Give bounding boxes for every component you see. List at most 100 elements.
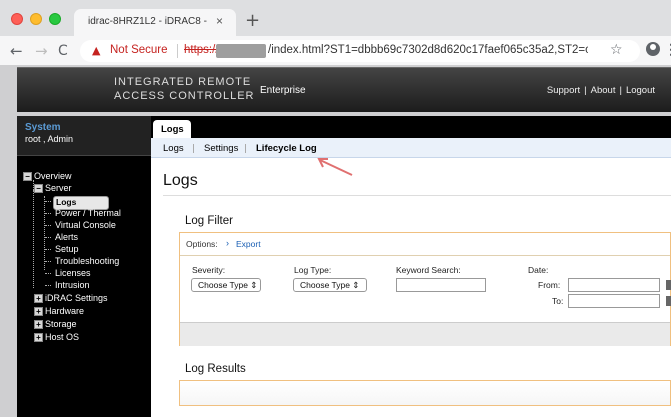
export-link[interactable]: Export (236, 239, 261, 249)
header-separator: | (584, 85, 587, 96)
tree-item-hardware[interactable]: Hardware (45, 306, 84, 317)
not-secure-label[interactable]: Not Secure (110, 44, 168, 56)
url-path: /index.html?ST1=dbbb69c7302d8d620c17faef… (268, 44, 588, 56)
calendar-icon[interactable] (666, 296, 671, 306)
log-results-panel (179, 380, 671, 406)
from-date-input[interactable] (568, 278, 660, 292)
log-filter-title: Log Filter (185, 215, 233, 227)
to-label: To: (552, 296, 564, 306)
tree-item-setup[interactable]: Setup (55, 244, 79, 255)
tree-connector (44, 196, 45, 270)
subtab-logs[interactable]: Logs (163, 143, 184, 154)
tab-logs[interactable]: Logs (153, 120, 191, 138)
tree-item-overview[interactable]: Overview (34, 171, 72, 182)
browser-window: idrac-8HRZ1L2 - iDRAC8 - Life × + ← → C … (0, 0, 671, 417)
tree-connector (45, 285, 51, 286)
tree-item-server[interactable]: Server (45, 183, 72, 194)
subtab-settings[interactable]: Settings (204, 143, 238, 154)
tree-item-alerts[interactable]: Alerts (55, 232, 78, 243)
browser-tabbar: idrac-8HRZ1L2 - iDRAC8 - Life × + (0, 0, 671, 36)
collapse-server-icon[interactable]: − (34, 184, 43, 193)
tree-connector (45, 201, 51, 202)
tree-item-idrac-settings[interactable]: iDRAC Settings (45, 293, 108, 304)
subtab-separator (193, 144, 194, 153)
main-tabstrip: Logs (151, 116, 671, 138)
tree-connector (45, 225, 51, 226)
reload-button[interactable]: C (58, 43, 68, 59)
options-label: Options: (186, 239, 218, 249)
account-icon[interactable] (646, 42, 660, 56)
tree-item-intrusion[interactable]: Intrusion (55, 280, 90, 291)
tree-item-power-thermal[interactable]: Power / Thermal (55, 208, 121, 219)
system-title[interactable]: System (25, 122, 61, 133)
about-link[interactable]: About (591, 85, 616, 96)
page-title: Logs (163, 172, 198, 189)
filter-footer (180, 322, 670, 346)
tree-item-virtual-console[interactable]: Virtual Console (55, 220, 116, 231)
idrac-header: INTEGRATED REMOTE ACCESS CONTROLLER Ente… (17, 67, 671, 112)
new-tab-button[interactable]: + (245, 10, 260, 31)
tree-item-troubleshooting[interactable]: Troubleshooting (55, 256, 119, 267)
tree-connector (45, 213, 51, 214)
browser-toolbar: ← → C ▲ Not Secure https:// /index.html?… (0, 36, 671, 66)
subtab-separator (245, 144, 246, 153)
system-box: System root , Admin (17, 116, 151, 156)
tree-item-licenses[interactable]: Licenses (55, 268, 91, 279)
date-label: Date: (528, 265, 549, 275)
url-scheme: https:// (184, 44, 219, 56)
title-divider (163, 195, 671, 196)
address-bar[interactable]: ▲ Not Secure https:// /index.html?ST1=db… (80, 40, 640, 62)
browser-tab[interactable]: idrac-8HRZ1L2 - iDRAC8 - Life × (74, 9, 236, 36)
tree-connector (45, 249, 51, 250)
expand-hardware-icon[interactable]: + (34, 307, 43, 316)
expand-host-os-icon[interactable]: + (34, 333, 43, 342)
tree-item-host-os[interactable]: Host OS (45, 332, 79, 343)
calendar-icon[interactable] (666, 280, 671, 290)
more-menu-icon[interactable]: ⋮ (664, 41, 671, 58)
header-links: Support | About | Logout (545, 85, 657, 96)
brand-line-1: INTEGRATED REMOTE (114, 76, 252, 88)
tree-connector (33, 190, 34, 288)
collapse-overview-icon[interactable]: − (23, 172, 32, 181)
minimize-window-icon[interactable] (30, 13, 42, 25)
subtabs: Logs Settings Lifecycle Log (151, 138, 671, 158)
log-type-select[interactable]: Choose Type ⇕ (293, 278, 367, 292)
header-separator: | (619, 85, 622, 96)
tree-connector (45, 261, 51, 262)
forward-button[interactable]: → (35, 42, 48, 60)
expand-idrac-settings-icon[interactable]: + (34, 294, 43, 303)
keyword-input[interactable] (396, 278, 486, 292)
expand-storage-icon[interactable]: + (34, 320, 43, 329)
annotation-arrow-icon (317, 158, 353, 176)
support-link[interactable]: Support (547, 85, 580, 96)
close-window-icon[interactable] (11, 13, 23, 25)
log-results-title: Log Results (185, 363, 246, 375)
bookmark-star-icon[interactable]: ☆ (610, 42, 623, 58)
main-content: Logs Logs Settings Lifecycle Log Logs Lo… (151, 116, 671, 417)
back-button[interactable]: ← (10, 42, 23, 60)
tree-connector (45, 237, 51, 238)
subtab-lifecycle-log[interactable]: Lifecycle Log (256, 143, 317, 154)
tab-logs-label: Logs (161, 124, 184, 135)
tab-close-icon[interactable]: × (216, 14, 223, 28)
tree-item-storage[interactable]: Storage (45, 319, 77, 330)
brand-line-2: ACCESS CONTROLLER (114, 90, 255, 102)
warning-icon: ▲ (92, 44, 101, 57)
severity-select[interactable]: Choose Type ⇕ (191, 278, 261, 292)
browser-tab-title: idrac-8HRZ1L2 - iDRAC8 - Life (88, 16, 208, 27)
tree-connector (45, 273, 51, 274)
to-date-input[interactable] (568, 294, 660, 308)
keyword-label: Keyword Search: (396, 265, 461, 275)
address-separator (177, 44, 178, 58)
from-label: From: (538, 280, 561, 290)
maximize-window-icon[interactable] (49, 13, 61, 25)
log-filter-panel: Options: › Export Severity: Choose Type … (179, 232, 671, 346)
sidebar: System root , Admin − Overview − Server … (17, 116, 151, 417)
log-results-header (180, 381, 670, 405)
edition-label: Enterprise (260, 85, 306, 96)
options-bar: Options: › Export (180, 233, 670, 256)
logout-link[interactable]: Logout (626, 85, 655, 96)
severity-label: Severity: (192, 265, 226, 275)
redacted-host (216, 44, 266, 58)
user-label: root , Admin (25, 134, 74, 144)
